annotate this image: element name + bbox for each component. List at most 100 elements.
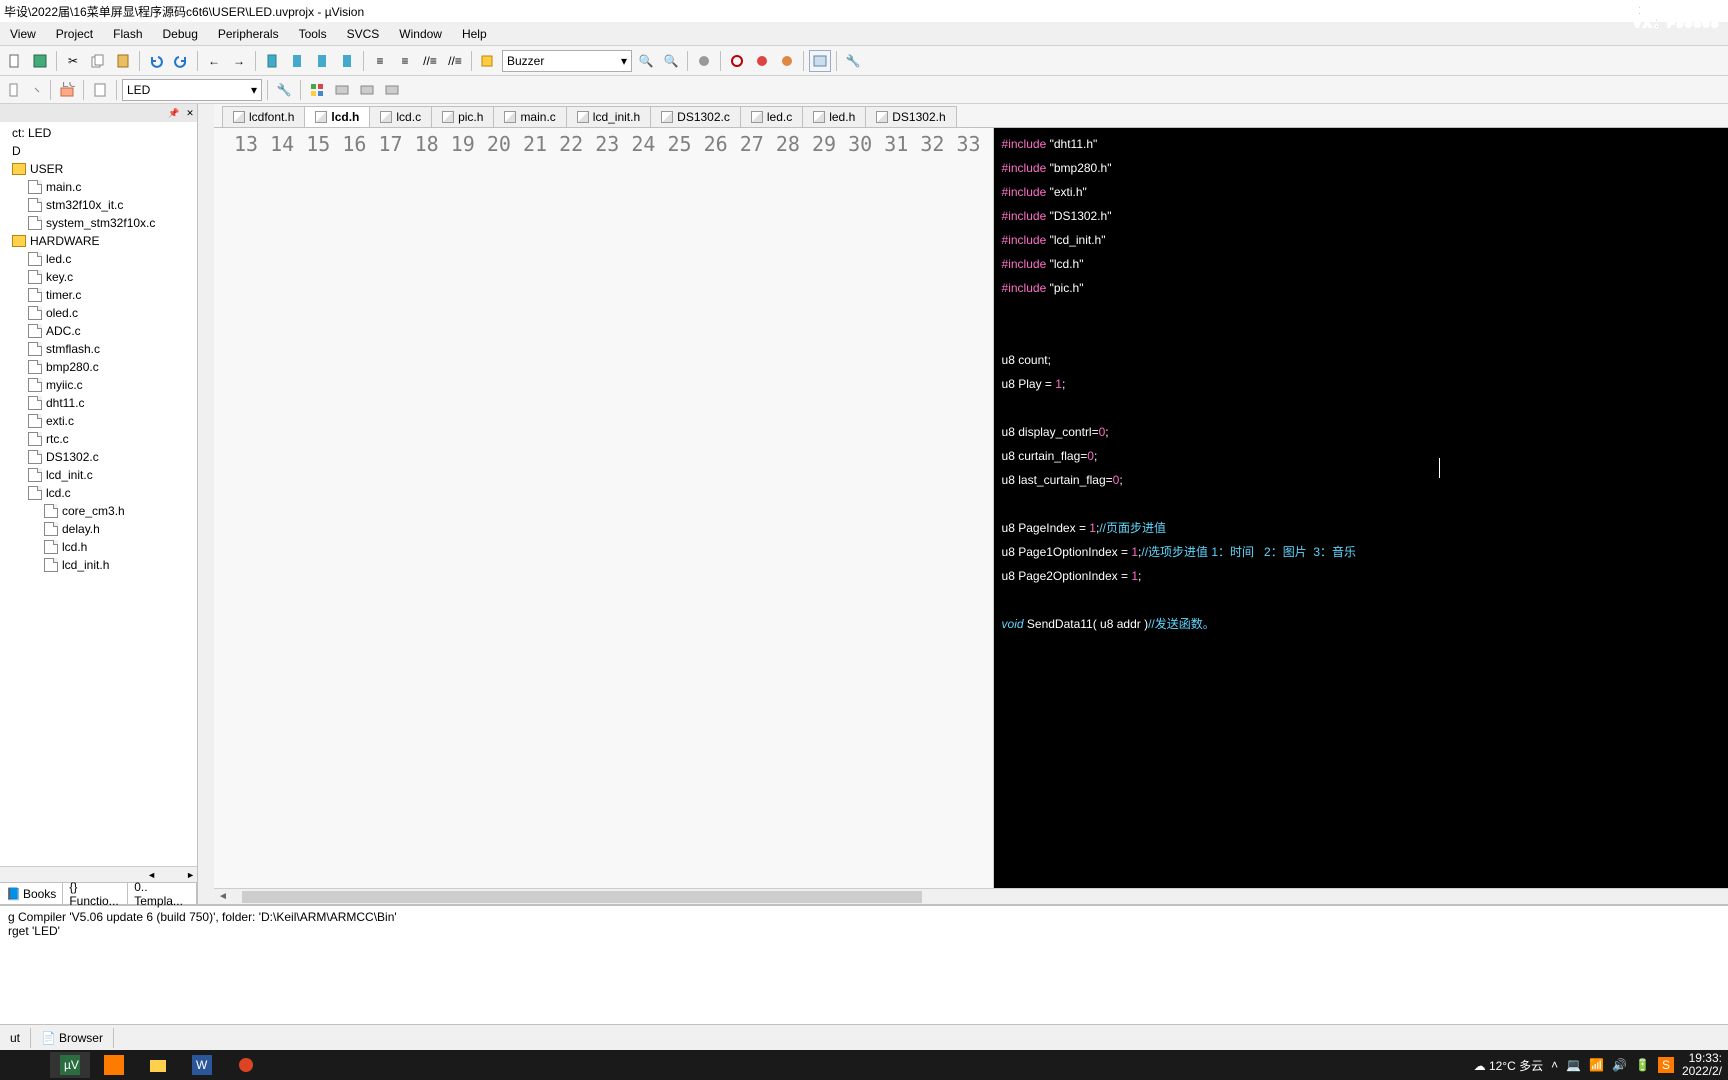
editor-hscroll[interactable]: ◄ [214,888,1728,904]
config-icon[interactable]: 🔧 [842,50,864,72]
menu-project[interactable]: Project [46,24,103,44]
output-tab-browser[interactable]: 📄Browser [31,1028,114,1048]
rebuild-icon[interactable] [89,79,111,101]
start-icon[interactable] [6,1052,46,1078]
menu-debug[interactable]: Debug [153,24,208,44]
menu-help[interactable]: Help [452,24,497,44]
tray-ime-icon[interactable]: S [1658,1057,1674,1073]
undo-icon[interactable] [145,50,167,72]
uncomment-icon[interactable]: //≡ [444,50,466,72]
build-output[interactable]: g Compiler 'V5.06 update 6 (build 750)',… [0,904,1728,1024]
task-record-icon[interactable] [226,1052,266,1078]
copy-icon[interactable] [87,50,109,72]
tray-wifi-icon[interactable]: 📶 [1589,1058,1604,1072]
tree-root[interactable]: ct: LED [0,124,197,142]
sidebar-tab-books[interactable]: 📘Books [0,883,63,904]
tree-file[interactable]: lcd.c [0,484,197,502]
task-app-icon[interactable] [94,1052,134,1078]
breakpoint-kill-icon[interactable] [776,50,798,72]
redo-icon[interactable] [170,50,192,72]
editor-tab[interactable]: pic.h [431,106,494,127]
editor-tab[interactable]: lcd_init.h [566,106,651,127]
tray-weather[interactable]: ☁ 12°C 多云 [1474,1057,1544,1074]
tree-file[interactable]: lcd_init.h [0,556,197,574]
tree-root2[interactable]: D [0,142,197,160]
paste-icon[interactable] [112,50,134,72]
bookmark-next-icon[interactable] [311,50,333,72]
menu-svcs[interactable]: SVCS [337,24,390,44]
tree-group-hardware[interactable]: HARDWARE [0,232,197,250]
breakpoint-icon[interactable] [726,50,748,72]
menu-window[interactable]: Window [389,24,452,44]
manage4-icon[interactable] [381,79,403,101]
tree-file[interactable]: key.c [0,268,197,286]
nav-fwd-icon[interactable]: → [228,50,250,72]
task-explorer-icon[interactable] [138,1052,178,1078]
indent-icon[interactable]: ≡ [369,50,391,72]
target-combo[interactable]: LED▾ [122,79,262,101]
window-layout-icon[interactable] [809,50,831,72]
tray-network-icon[interactable]: 💻 [1566,1058,1581,1072]
panel-close-icon[interactable]: ✕ [183,106,197,120]
code-area[interactable]: #include "dht11.h" #include "bmp280.h" #… [994,128,1728,888]
menu-view[interactable]: View [0,24,46,44]
tray-volume-icon[interactable]: 🔊 [1612,1058,1627,1072]
editor-tab[interactable]: led.c [740,106,803,127]
bookmark-prev-icon[interactable] [286,50,308,72]
comment-icon[interactable]: //≡ [419,50,441,72]
search-combo[interactable]: Buzzer▾ [502,50,632,72]
tree-file[interactable]: rtc.c [0,430,197,448]
editor-tab[interactable]: lcd.h [304,106,370,127]
sidebar-vscroll[interactable] [198,104,214,904]
editor-tab[interactable]: lcd.c [369,106,432,127]
translate-icon[interactable] [4,79,26,101]
manage3-icon[interactable] [356,79,378,101]
tree-file[interactable]: system_stm32f10x.c [0,214,197,232]
task-word-icon[interactable]: W [182,1052,222,1078]
tree-file[interactable]: stm32f10x_it.c [0,196,197,214]
tree-file[interactable]: led.c [0,250,197,268]
find2-icon[interactable]: 🔍 [660,50,682,72]
manage-icon[interactable] [306,79,328,101]
tray-clock[interactable]: 19:33:2022/2/ [1682,1052,1722,1078]
tree-file[interactable]: oled.c [0,304,197,322]
tree-file[interactable]: lcd_init.c [0,466,197,484]
find-in-files-icon[interactable] [477,50,499,72]
tree-file[interactable]: ADC.c [0,322,197,340]
tree-file[interactable]: stmflash.c [0,340,197,358]
tree-group-user[interactable]: USER [0,160,197,178]
tree-file[interactable]: core_cm3.h [0,502,197,520]
menu-flash[interactable]: Flash [103,24,152,44]
breakpoint-disable-icon[interactable] [751,50,773,72]
build-icon[interactable]: LOAD [56,79,78,101]
project-tree[interactable]: ct: LED D USER main.c stm32f10x_it.c sys… [0,122,197,866]
nav-back-icon[interactable]: ← [203,50,225,72]
tree-file[interactable]: main.c [0,178,197,196]
menu-tools[interactable]: Tools [289,24,337,44]
editor-tab[interactable]: DS1302.h [865,106,956,127]
tray-battery-icon[interactable]: 🔋 [1635,1058,1650,1072]
menu-peripherals[interactable]: Peripherals [208,24,289,44]
tray-chevron-icon[interactable]: ˄ [1551,1058,1558,1072]
manage2-icon[interactable] [331,79,353,101]
debug-icon[interactable] [693,50,715,72]
tree-file[interactable]: timer.c [0,286,197,304]
tree-file[interactable]: bmp280.c [0,358,197,376]
tree-file[interactable]: lcd.h [0,538,197,556]
task-keil-icon[interactable]: µV [50,1052,90,1078]
output-tab-build[interactable]: ut [0,1028,31,1048]
cut-icon[interactable]: ✂ [62,50,84,72]
tree-file[interactable]: DS1302.c [0,448,197,466]
new-file-icon[interactable] [4,50,26,72]
sidebar-tab-functions[interactable]: {} Functio... [63,883,128,904]
editor-tab[interactable]: main.c [493,106,566,127]
sidebar-tab-templates[interactable]: 0.. Templa... [128,883,197,904]
tree-file[interactable]: exti.c [0,412,197,430]
bookmark-clear-icon[interactable] [336,50,358,72]
save-icon[interactable] [29,50,51,72]
code-editor[interactable]: 13 14 15 16 17 18 19 20 21 22 23 24 25 2… [214,128,1728,888]
editor-tab[interactable]: DS1302.c [650,106,741,127]
editor-tab[interactable]: led.h [802,106,866,127]
editor-tab[interactable]: lcdfont.h [222,106,305,127]
outdent-icon[interactable]: ≡ [394,50,416,72]
